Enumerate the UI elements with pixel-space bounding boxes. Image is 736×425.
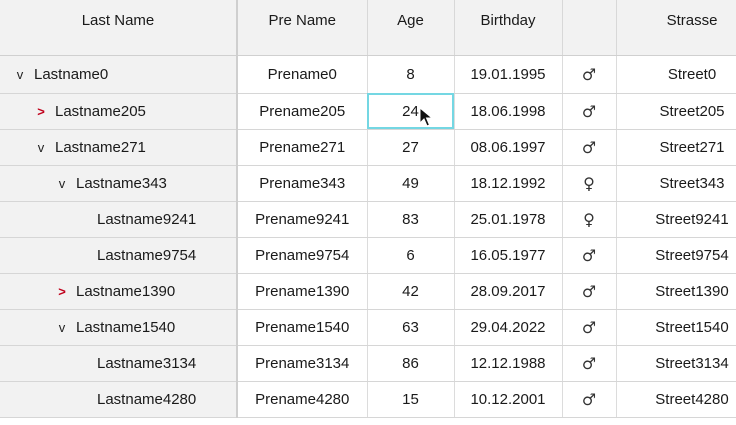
cell-gender[interactable]: ♀ <box>562 165 617 202</box>
table-header: Last Name Pre Name Age Birthday Strasse <box>0 0 736 56</box>
cell-birthday[interactable]: 29.04.2022 <box>454 309 563 346</box>
cell-pre-name[interactable]: Prename9754 <box>237 237 368 274</box>
chevron-right-icon[interactable]: > <box>33 104 49 119</box>
cell-last-name[interactable]: Lastname9754 <box>0 237 238 274</box>
cell-last-name[interactable]: Lastname9241 <box>0 201 238 238</box>
cell-birthday[interactable]: 18.12.1992 <box>454 165 563 202</box>
cell-age[interactable]: 6 <box>367 237 455 274</box>
chevron-right-icon[interactable]: > <box>54 284 70 299</box>
cell-pre-name[interactable]: Prename4280 <box>237 381 368 418</box>
table-row[interactable]: > Lastname1390 Prename1390 42 28.09.2017 ♂ Str… <box>0 273 736 310</box>
chevron-down-icon[interactable]: v <box>54 176 70 191</box>
cell-gender[interactable]: ♀ <box>562 201 617 238</box>
cell-strasse[interactable]: Street4280 <box>616 381 736 418</box>
last-name-text: Lastname9241 <box>97 210 197 228</box>
column-header-last-name[interactable]: Last Name <box>0 0 238 56</box>
cell-age[interactable]: 15 <box>367 381 455 418</box>
table-row[interactable]: v Lastname1540 Prename1540 63 29.04.2022 ♂ Str… <box>0 309 736 346</box>
cell-last-name[interactable]: v Lastname271 <box>0 129 238 166</box>
cell-gender[interactable]: ♂ <box>562 309 617 346</box>
cell-pre-name[interactable]: Prename1390 <box>237 273 368 310</box>
cell-gender[interactable]: ♂ <box>562 55 617 94</box>
table-body: v Lastname0 Prename0 8 19.01.1995 ♂ Street0 > La… <box>0 55 736 418</box>
column-header-pre-name[interactable]: Pre Name <box>237 0 368 56</box>
cell-birthday[interactable]: 16.05.1977 <box>454 237 563 274</box>
last-name-text: Lastname1390 <box>76 282 176 300</box>
last-name-text: Lastname343 <box>76 174 167 192</box>
column-header-birthday[interactable]: Birthday <box>454 0 563 56</box>
chevron-down-icon[interactable]: v <box>12 67 28 82</box>
cell-age[interactable]: 63 <box>367 309 455 346</box>
cell-birthday[interactable]: 19.01.1995 <box>454 55 563 94</box>
last-name-text: Lastname271 <box>55 138 146 156</box>
cell-pre-name[interactable]: Prename343 <box>237 165 368 202</box>
cell-birthday[interactable]: 25.01.1978 <box>454 201 563 238</box>
cell-gender[interactable]: ♂ <box>562 273 617 310</box>
table-row[interactable]: Lastname9754 Prename9754 6 16.05.1977 ♂ Stree… <box>0 237 736 274</box>
table-row[interactable]: v Lastname271 Prename271 27 08.06.1997 ♂ Stree… <box>0 129 736 166</box>
cell-last-name[interactable]: v Lastname0 <box>0 55 238 94</box>
cell-last-name[interactable]: v Lastname1540 <box>0 309 238 346</box>
chevron-down-icon[interactable]: v <box>33 140 49 155</box>
table-row[interactable]: Lastname3134 Prename3134 86 12.12.1988 ♂ Stre… <box>0 345 736 382</box>
cell-strasse[interactable]: Street205 <box>616 93 736 130</box>
cell-strasse[interactable]: Street9754 <box>616 237 736 274</box>
cell-age[interactable]: 42 <box>367 273 455 310</box>
cell-gender[interactable]: ♂ <box>562 381 617 418</box>
last-name-text: Lastname4280 <box>97 390 197 408</box>
cell-gender[interactable]: ♂ <box>562 129 617 166</box>
cell-birthday[interactable]: 18.06.1998 <box>454 93 563 130</box>
cell-age[interactable]: 49 <box>367 165 455 202</box>
last-name-text: Lastname9754 <box>97 246 197 264</box>
cell-pre-name[interactable]: Prename9241 <box>237 201 368 238</box>
cell-age[interactable]: 86 <box>367 345 455 382</box>
table-row[interactable]: Lastname4280 Prename4280 15 10.12.2001 ♂ Stre… <box>0 381 736 418</box>
cell-last-name[interactable]: Lastname4280 <box>0 381 238 418</box>
cell-pre-name[interactable]: Prename1540 <box>237 309 368 346</box>
cell-strasse[interactable]: Street3134 <box>616 345 736 382</box>
cell-birthday[interactable]: 12.12.1988 <box>454 345 563 382</box>
cell-age[interactable]: 24 <box>367 93 455 130</box>
cell-gender[interactable]: ♂ <box>562 345 617 382</box>
cell-last-name[interactable]: > Lastname1390 <box>0 273 238 310</box>
cell-pre-name[interactable]: Prename0 <box>237 55 368 94</box>
cell-birthday[interactable]: 08.06.1997 <box>454 129 563 166</box>
last-name-text: Lastname0 <box>34 65 109 83</box>
cell-pre-name[interactable]: Prename205 <box>237 93 368 130</box>
cell-pre-name[interactable]: Prename3134 <box>237 345 368 382</box>
column-header-age[interactable]: Age <box>367 0 455 56</box>
cell-gender[interactable]: ♂ <box>562 237 617 274</box>
table-row[interactable]: v Lastname343 Prename343 49 18.12.1992 ♀ Stree… <box>0 165 736 202</box>
cell-strasse[interactable]: Street343 <box>616 165 736 202</box>
cell-strasse[interactable]: Street1390 <box>616 273 736 310</box>
cell-strasse[interactable]: Street0 <box>616 55 736 94</box>
column-header-gender[interactable] <box>562 0 617 56</box>
tree-grid: Last Name Pre Name Age Birthday Strasse … <box>0 0 736 425</box>
table-row[interactable]: Lastname9241 Prename9241 83 25.01.1978 ♀ Stre… <box>0 201 736 238</box>
cell-strasse[interactable]: Street1540 <box>616 309 736 346</box>
last-name-text: Lastname3134 <box>97 354 197 372</box>
last-name-text: Lastname1540 <box>76 318 176 336</box>
cell-strasse[interactable]: Street271 <box>616 129 736 166</box>
cell-pre-name[interactable]: Prename271 <box>237 129 368 166</box>
cell-age[interactable]: 8 <box>367 55 455 94</box>
cell-age[interactable]: 27 <box>367 129 455 166</box>
table-row[interactable]: v Lastname0 Prename0 8 19.01.1995 ♂ Street0 <box>0 55 736 94</box>
chevron-down-icon[interactable]: v <box>54 320 70 335</box>
last-name-text: Lastname205 <box>55 102 146 120</box>
cell-last-name[interactable]: Lastname3134 <box>0 345 238 382</box>
table-row[interactable]: > Lastname205 Prename205 24 18.06.1998 ♂ Stree… <box>0 93 736 130</box>
data-table: Last Name Pre Name Age Birthday Strasse … <box>0 0 736 418</box>
cell-age[interactable]: 83 <box>367 201 455 238</box>
cell-last-name[interactable]: > Lastname205 <box>0 93 238 130</box>
column-header-strasse[interactable]: Strasse <box>616 0 736 56</box>
cell-last-name[interactable]: v Lastname343 <box>0 165 238 202</box>
cell-strasse[interactable]: Street9241 <box>616 201 736 238</box>
cell-birthday[interactable]: 10.12.2001 <box>454 381 563 418</box>
cell-birthday[interactable]: 28.09.2017 <box>454 273 563 310</box>
cell-gender[interactable]: ♂ <box>562 93 617 130</box>
